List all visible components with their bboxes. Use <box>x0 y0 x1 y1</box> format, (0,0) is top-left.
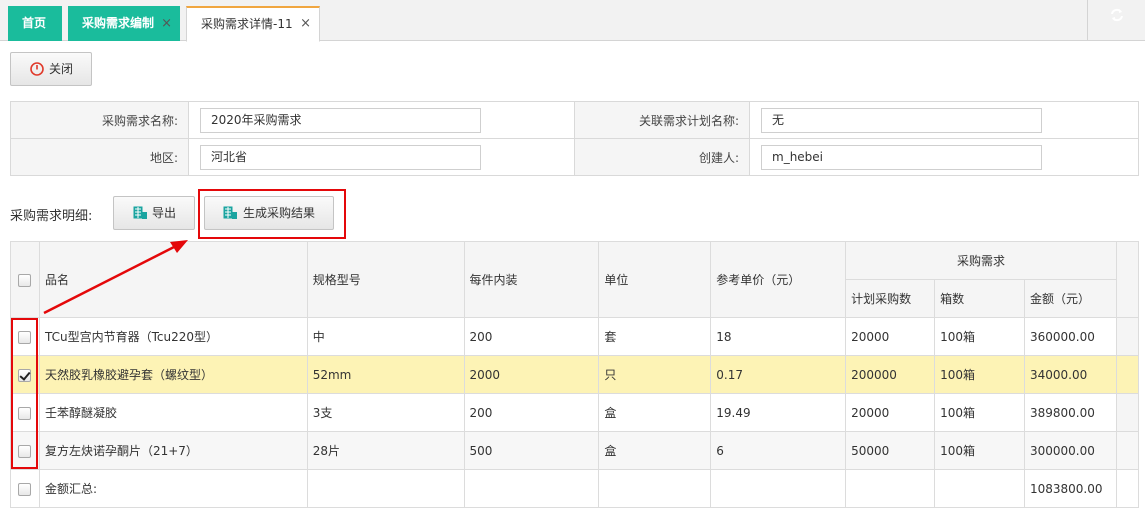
cell-price: 19.49 <box>710 393 847 432</box>
close-icon[interactable]: × <box>300 8 311 40</box>
column-header-boxes: 箱数 <box>934 279 1025 318</box>
tab-bar: 首页 采购需求编制 × 采购需求详情-11 × <box>0 0 1145 42</box>
column-header-price: 参考单价（元） <box>710 241 847 318</box>
region-field[interactable]: 河北省 <box>200 144 481 170</box>
cell-boxes: 100箱 <box>934 355 1025 394</box>
column-header-spec: 规格型号 <box>306 241 465 318</box>
cell-plan-qty: 200000 <box>845 355 936 394</box>
cell-spec: 28片 <box>306 431 465 470</box>
name-field[interactable]: 2020年采购需求 <box>200 107 481 133</box>
region-label: 地区: <box>10 138 189 176</box>
export-button[interactable]: 导出 <box>113 196 195 230</box>
cell-unit: 只 <box>598 355 712 394</box>
row-checkbox[interactable] <box>18 444 32 458</box>
cell-boxes: 100箱 <box>934 431 1025 470</box>
summary-label: 金额汇总: <box>38 469 308 508</box>
cell-amount: 389800.00 <box>1023 393 1117 432</box>
refresh-button[interactable] <box>1087 0 1145 40</box>
summary-amount: 1083800.00 <box>1023 469 1117 508</box>
generate-result-button-label: 生成采购结果 <box>243 206 316 220</box>
cell-boxes: 100箱 <box>934 317 1025 356</box>
cell-unit: 盒 <box>598 393 712 432</box>
cell-price: 0.17 <box>710 355 847 394</box>
cell-plan-qty: 50000 <box>845 431 936 470</box>
plan-label: 关联需求计划名称: <box>574 101 750 139</box>
cell-pack: 500 <box>463 431 600 470</box>
demand-detail-table: 品名 规格型号 每件内装 单位 参考单价（元） 采购需求 计划采购数 箱数 金额… <box>10 241 1140 508</box>
column-group-demand: 采购需求 <box>845 241 1117 280</box>
cell-name: 天然胶乳橡胶避孕套（螺纹型） <box>38 355 308 394</box>
cell-price: 6 <box>710 431 847 470</box>
row-checkbox[interactable] <box>18 368 32 382</box>
cell-pack: 200 <box>463 317 600 356</box>
summary-row: 金额汇总: 1083800.00 <box>10 469 1140 508</box>
cell-plan-qty: 20000 <box>845 317 936 356</box>
tab-procurement-edit-label: 采购需求编制 <box>82 16 155 30</box>
export-button-label: 导出 <box>152 206 177 220</box>
column-header-pack: 每件内装 <box>463 241 600 318</box>
creator-field[interactable]: m_hebei <box>761 144 1042 170</box>
cell-price: 18 <box>710 317 847 356</box>
spreadsheet-icon <box>223 206 237 219</box>
refresh-icon <box>1111 8 1123 22</box>
tab-home[interactable]: 首页 <box>8 6 62 41</box>
creator-label: 创建人: <box>574 138 750 176</box>
cell-pack: 2000 <box>463 355 600 394</box>
cell-name: TCu型宫内节育器（Tcu220型） <box>38 317 308 356</box>
close-button[interactable]: 关闭 <box>10 52 92 86</box>
plan-field[interactable]: 无 <box>761 107 1042 133</box>
table-row[interactable]: 天然胶乳橡胶避孕套（螺纹型） 52mm 2000 只 0.17 200000 1… <box>10 355 1140 394</box>
tab-procurement-edit[interactable]: 采购需求编制 × <box>68 6 180 41</box>
cell-spec: 3支 <box>306 393 465 432</box>
cell-unit: 盒 <box>598 431 712 470</box>
power-icon <box>30 62 44 76</box>
cell-unit: 套 <box>598 317 712 356</box>
tab-home-label: 首页 <box>22 16 47 30</box>
select-all-checkbox[interactable] <box>18 273 32 287</box>
cell-plan-qty: 20000 <box>845 393 936 432</box>
cell-spec: 中 <box>306 317 465 356</box>
spreadsheet-icon <box>133 206 147 219</box>
column-header-name: 品名 <box>38 241 308 318</box>
row-checkbox[interactable] <box>18 482 32 496</box>
table-row[interactable]: TCu型宫内节育器（Tcu220型） 中 200 套 18 20000 100箱… <box>10 317 1140 356</box>
cell-name: 壬苯醇醚凝胶 <box>38 393 308 432</box>
row-checkbox[interactable] <box>18 406 32 420</box>
cell-pack: 200 <box>463 393 600 432</box>
cell-boxes: 100箱 <box>934 393 1025 432</box>
detail-section-label: 采购需求明细: <box>10 209 93 224</box>
select-all-cell <box>10 241 40 318</box>
cell-amount: 34000.00 <box>1023 355 1117 394</box>
scrollbar-gutter <box>1115 241 1140 318</box>
column-header-plan-qty: 计划采购数 <box>845 279 936 318</box>
table-row[interactable]: 壬苯醇醚凝胶 3支 200 盒 19.49 20000 100箱 389800.… <box>10 393 1140 432</box>
tab-procurement-detail[interactable]: 采购需求详情-11 × <box>186 6 320 42</box>
column-header-unit: 单位 <box>598 241 712 318</box>
tab-procurement-detail-label: 采购需求详情-11 <box>201 17 293 31</box>
cell-amount: 360000.00 <box>1023 317 1117 356</box>
header-form: 采购需求名称: 2020年采购需求 关联需求计划名称: 无 地区: 河北省 创建… <box>10 101 1139 176</box>
cell-spec: 52mm <box>306 355 465 394</box>
close-icon[interactable]: × <box>161 6 172 41</box>
name-label: 采购需求名称: <box>10 101 189 139</box>
table-row[interactable]: 复方左炔诺孕酮片（21+7） 28片 500 盒 6 50000 100箱 30… <box>10 431 1140 470</box>
column-header-amount: 金额（元） <box>1023 279 1117 318</box>
cell-amount: 300000.00 <box>1023 431 1117 470</box>
close-button-label: 关闭 <box>49 62 74 76</box>
generate-result-button[interactable]: 生成采购结果 <box>204 196 334 230</box>
row-checkbox[interactable] <box>18 330 32 344</box>
cell-name: 复方左炔诺孕酮片（21+7） <box>38 431 308 470</box>
